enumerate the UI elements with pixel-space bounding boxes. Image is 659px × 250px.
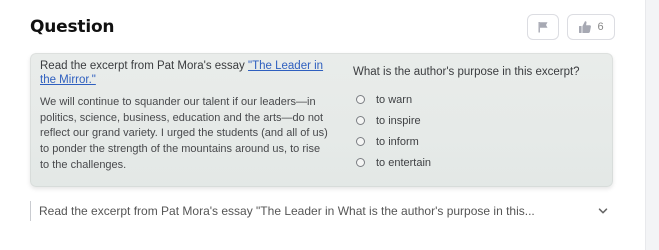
option-label: to inspire [376,114,421,127]
option-to-entertain[interactable]: to entertain [353,152,603,173]
like-count: 6 [597,21,604,33]
page-scroll-edge [645,0,659,250]
question-summary-row[interactable]: Read the excerpt from Pat Mora's essay "… [30,201,615,221]
flag-button[interactable] [527,14,559,40]
excerpt-intro: Read the excerpt from Pat Mora's essay [40,60,249,72]
chevron-down-icon[interactable] [597,205,609,217]
flag-icon [538,22,548,33]
radio-button[interactable] [356,137,365,146]
question-header: Question 6 [30,12,615,42]
option-to-warn[interactable]: to warn [353,89,603,110]
question-panel: What is the author's purpose in this exc… [353,65,603,173]
header-actions: 6 [527,14,615,40]
radio-button[interactable] [356,116,365,125]
page-title: Question [30,17,115,37]
like-button[interactable]: 6 [567,14,615,40]
radio-button[interactable] [356,95,365,104]
answer-options: to warn to inspire to inform to entertai… [353,89,603,173]
option-label: to entertain [376,156,432,169]
question-summary-text: Read the excerpt from Pat Mora's essay "… [39,204,535,218]
option-label: to inform [376,135,419,148]
question-prompt: What is the author's purpose in this exc… [353,66,580,78]
thumbs-up-icon [579,21,592,33]
radio-button[interactable] [356,158,365,167]
option-to-inform[interactable]: to inform [353,131,603,152]
question-card: Read the excerpt from Pat Mora's essay "… [30,53,613,187]
option-label: to warn [376,93,413,106]
option-to-inspire[interactable]: to inspire [353,110,603,131]
excerpt-heading: Read the excerpt from Pat Mora's essay "… [40,59,340,87]
excerpt-panel: Read the excerpt from Pat Mora's essay "… [40,59,340,174]
excerpt-text: We will continue to squander our talent … [40,96,328,171]
summary-divider [30,201,31,221]
